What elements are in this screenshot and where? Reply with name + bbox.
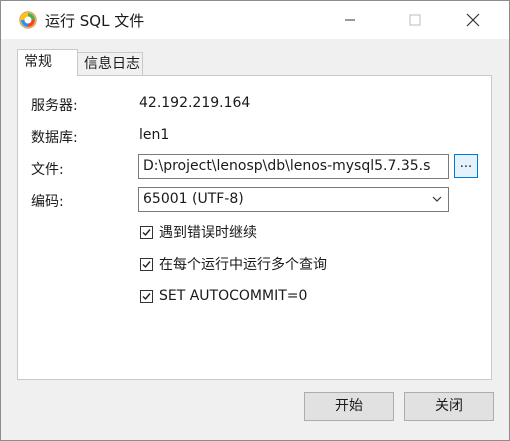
window-title: 运行 SQL 文件 (45, 12, 145, 30)
close-button[interactable]: 关闭 (404, 392, 494, 421)
set-autocommit-checkbox[interactable] (140, 289, 153, 303)
server-label: 服务器: (31, 98, 78, 114)
close-icon (466, 13, 480, 27)
multiple-queries-checkbox[interactable] (140, 257, 153, 271)
run-sql-file-dialog: 运行 SQL 文件 常规 信息日志 服务器: 42.192.219.164 数据… (0, 0, 510, 441)
check-icon (142, 228, 151, 236)
encoding-select[interactable]: 65001 (UTF-8) (138, 187, 449, 212)
option-set-autocommit[interactable]: SET AUTOCOMMIT=0 (140, 287, 307, 305)
minimize-button[interactable] (327, 1, 373, 39)
multiple-queries-label: 在每个运行中运行多个查询 (159, 257, 327, 273)
encoding-label: 编码: (31, 194, 64, 210)
maximize-button[interactable] (392, 1, 438, 39)
encoding-selected-value: 65001 (UTF-8) (143, 191, 244, 207)
database-value: len1 (139, 127, 170, 143)
minimize-icon (345, 19, 355, 21)
continue-on-error-checkbox[interactable] (140, 225, 153, 239)
continue-on-error-label: 遇到错误时继续 (159, 225, 257, 241)
navicat-app-icon (19, 11, 37, 29)
set-autocommit-label: SET AUTOCOMMIT=0 (159, 288, 308, 304)
option-continue-on-error[interactable]: 遇到错误时继续 (140, 223, 257, 241)
check-icon (142, 260, 151, 268)
browse-file-button[interactable]: ... (454, 154, 478, 178)
title-bar: 运行 SQL 文件 (1, 1, 509, 39)
close-window-button[interactable] (450, 1, 496, 39)
start-button[interactable]: 开始 (304, 392, 394, 421)
option-multiple-queries[interactable]: 在每个运行中运行多个查询 (140, 255, 327, 273)
file-label: 文件: (31, 162, 64, 178)
chevron-down-icon (432, 196, 442, 202)
tab-general[interactable]: 常规 (17, 49, 78, 76)
server-value: 42.192.219.164 (139, 95, 251, 111)
tab-message-log[interactable]: 信息日志 (77, 52, 143, 76)
file-path-input[interactable]: D:\project\lenosp\db\lenos-mysql5.7.35.s (138, 154, 449, 179)
check-icon (142, 292, 151, 300)
maximize-icon (409, 14, 421, 26)
database-label: 数据库: (31, 130, 78, 146)
